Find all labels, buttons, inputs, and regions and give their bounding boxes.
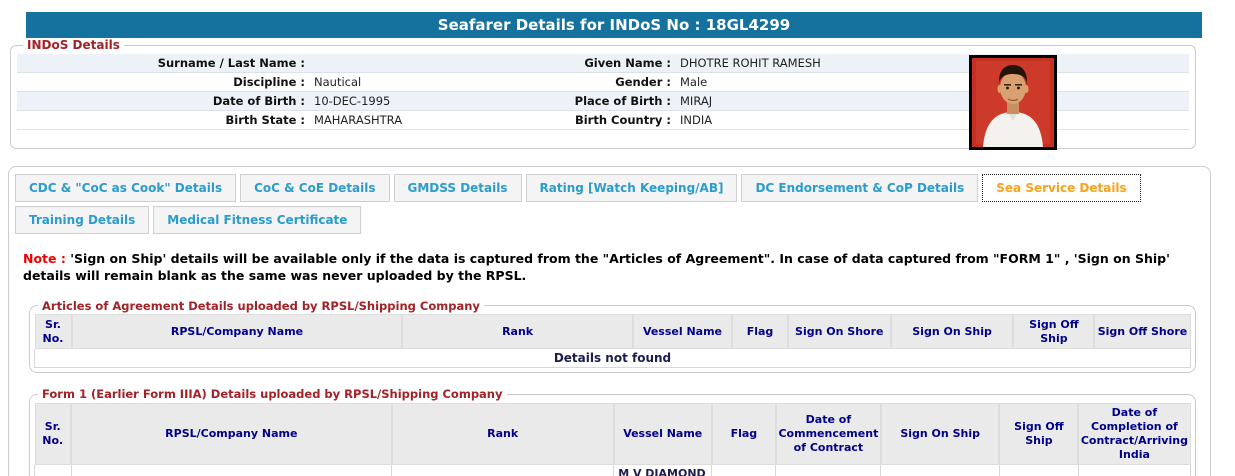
cell-sr-no: 1. [34,464,72,476]
gender-label: Gender : [615,74,671,89]
col-rank: Rank [391,402,615,466]
col-rpsl-company-name: RPSL/Company Name [70,402,393,466]
form1-legend: Form 1 (Earlier Form IIIA) Details uploa… [42,387,503,402]
col-flag: Flag [711,402,777,466]
place-of-birth-value: MIRAJ [680,93,713,108]
discipline-value: Nautical [314,74,362,89]
col-sign-on-ship: Sign On Ship [890,313,1014,350]
form1-table: Sr. No. RPSL/Company Name Rank Vessel Na… [34,402,1192,476]
cell-sign-off-ship [998,464,1079,476]
col-sign-off-ship: Sign Off Ship [998,402,1079,466]
given-name-label: Given Name : [584,55,671,70]
col-sign-off-shore: Sign Off Shore [1093,313,1192,350]
col-flag: Flag [731,313,789,350]
cell-flag: FOREIGN [711,464,777,476]
surname-label: Surname / Last Name : [157,55,305,70]
date-of-birth-value: 10-DEC-1995 [314,93,391,108]
indos-details-legend: INDoS Details [27,38,120,52]
discipline-label: Discipline : [233,74,305,89]
seafarer-photo [969,55,1057,150]
tab-gmdss-details[interactable]: GMDSS Details [393,174,522,202]
tab-rating-watch-keeping-ab[interactable]: Rating [Watch Keeping/AB] [525,174,738,202]
gender-value: Male [680,74,708,89]
tab-sea-service-details[interactable]: Sea Service Details [982,174,1141,202]
tab-bar: CDC & "CoC as Cook" Details CoC & CoE De… [15,174,1204,238]
cell-sign-on-ship [880,464,1000,476]
seafarer-photo-image [972,58,1054,147]
given-name-value: DHOTRE ROHIT RAMESH [680,55,821,70]
empty-row: Details not found [34,348,1191,369]
col-rank: Rank [401,313,634,350]
tab-medical-fitness-certificate[interactable]: Medical Fitness Certificate [153,206,362,234]
table-header-row: Sr. No. RPSL/Company Name Rank Vessel Na… [33,313,1192,350]
cell-vessel: M V DIAMOND WAY [613,464,713,476]
tab-dc-endorsement-cop-details[interactable]: DC Endorsement & CoP Details [741,174,979,202]
col-date-of-commencement: Date of Commencement of Contract [775,402,882,466]
sign-on-ship-note: Note : 'Sign on Ship' details will be av… [23,251,1194,285]
date-of-birth-label: Date of Birth : [212,93,305,108]
col-vessel-name: Vessel Name [613,402,713,466]
tab-cdc-coc-as-cook-details[interactable]: CDC & "CoC as Cook" Details [15,174,237,202]
cell-rank: Deck Cadet [391,464,615,476]
form1-section: Form 1 (Earlier Form IIIA) Details uploa… [29,387,1196,476]
note-prefix: Note : [23,251,66,266]
tab-coc-coe-details[interactable]: CoC & CoE Details [240,174,390,202]
col-sign-off-ship: Sign Off Ship [1012,313,1095,350]
table-header-row: Sr. No. RPSL/Company Name Rank Vessel Na… [34,402,1192,466]
col-date-of-completion: Date of Completion of Contract/Arriving … [1077,402,1192,466]
col-sign-on-ship: Sign On Ship [880,402,1000,466]
birth-state-label: Birth State : [225,112,305,127]
note-text: 'Sign on Ship' details will be available… [23,251,1170,283]
birth-country-value: INDIA [680,112,713,127]
col-sr-no: Sr. No. [33,313,73,350]
birth-country-label: Birth Country : [574,112,671,127]
cell-company: SAILFAST MARITIME INDIA PRIVATE LIMITED [70,464,393,476]
tab-training-details[interactable]: Training Details [15,206,150,234]
tab-content-panel: CDC & "CoC as Cook" Details CoC & CoE De… [8,166,1211,476]
articles-of-agreement-table: Sr. No. RPSL/Company Name Rank Vessel Na… [33,313,1192,369]
articles-of-agreement-legend: Articles of Agreement Details uploaded b… [42,298,480,313]
birth-state-value: MAHARASHTRA [314,112,403,127]
col-sign-on-shore: Sign On Shore [787,313,892,350]
cell-completion-date [1077,464,1192,476]
col-vessel-name: Vessel Name [632,313,733,350]
place-of-birth-label: Place of Birth : [574,93,671,108]
indos-details-section: INDoS Details Surname / Last Name : Give… [10,38,1196,150]
articles-of-agreement-section: Articles of Agreement Details uploaded b… [29,298,1196,374]
details-not-found-message: Details not found [34,348,1191,369]
col-sr-no: Sr. No. [34,402,72,466]
col-rpsl-company-name: RPSL/Company Name [71,313,403,350]
cell-commencement-date: 28-OCT-2019 [775,464,882,476]
page-title: Seafarer Details for INDoS No : 18GL4299 [26,12,1202,38]
table-row: 1. SAILFAST MARITIME INDIA PRIVATE LIMIT… [34,464,1192,476]
